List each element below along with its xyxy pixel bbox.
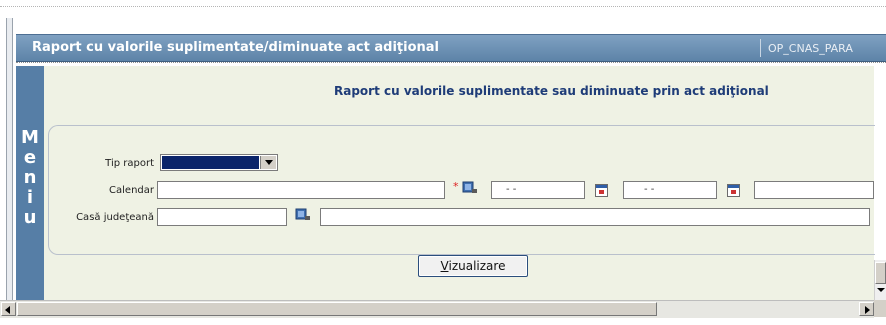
menu-letter: i [26,187,34,208]
scroll-thumb[interactable] [17,302,657,316]
date-to-value: - - [644,184,655,195]
select-highlight [162,156,259,169]
casa-name-input[interactable] [320,208,870,226]
menu-letter: M [21,127,39,148]
vizualizare-label: izualizare [448,259,506,273]
vertical-scrollbar[interactable] [874,260,886,300]
menu-letter: e [23,147,37,168]
vizualizare-button[interactable]: Vizualizare [418,255,528,277]
scroll-right-icon[interactable] [859,302,874,316]
window-title-bar: Raport cu valorile suplimentate/diminuat… [16,34,886,62]
required-mark: * [453,180,459,193]
title-separator [760,39,761,57]
date-from-input[interactable]: - - [491,181,585,199]
book-lookup-icon[interactable] [462,180,478,194]
casa-code-input[interactable] [157,208,287,226]
tip-raport-label: Tip raport [105,158,154,169]
casa-judeteana-label: Casă judeţeană [76,212,154,223]
title-underline [16,62,886,63]
calendar-icon[interactable] [595,184,608,197]
book-lookup-icon[interactable] [295,207,311,221]
window-code: OP_CNAS_PARA [768,42,853,55]
report-heading: Raport cu valorile suplimentate sau dimi… [334,84,769,98]
scroll-down-icon[interactable] [877,288,885,292]
horizontal-scrollbar[interactable] [0,300,874,318]
calendar-input[interactable] [157,181,445,199]
top-divider [0,6,886,7]
scrollbar-corner [874,300,886,317]
menu-letter: u [23,207,37,228]
calendar-icon[interactable] [727,184,740,197]
chevron-down-icon[interactable] [260,156,276,169]
menu-sidebar[interactable]: M e n i u [16,66,44,300]
date-from-value: - - [506,184,517,195]
tip-raport-select[interactable] [160,154,278,171]
menu-letter: n [23,167,37,188]
calendar-label: Calendar [109,185,154,196]
date-to-input[interactable]: - - [623,181,717,199]
window-title: Raport cu valorile suplimentate/diminuat… [32,40,439,55]
left-frame-border [6,18,13,310]
scroll-left-icon[interactable] [1,302,16,316]
scroll-thumb[interactable] [875,262,886,284]
calendar-extra-input[interactable] [754,181,874,199]
